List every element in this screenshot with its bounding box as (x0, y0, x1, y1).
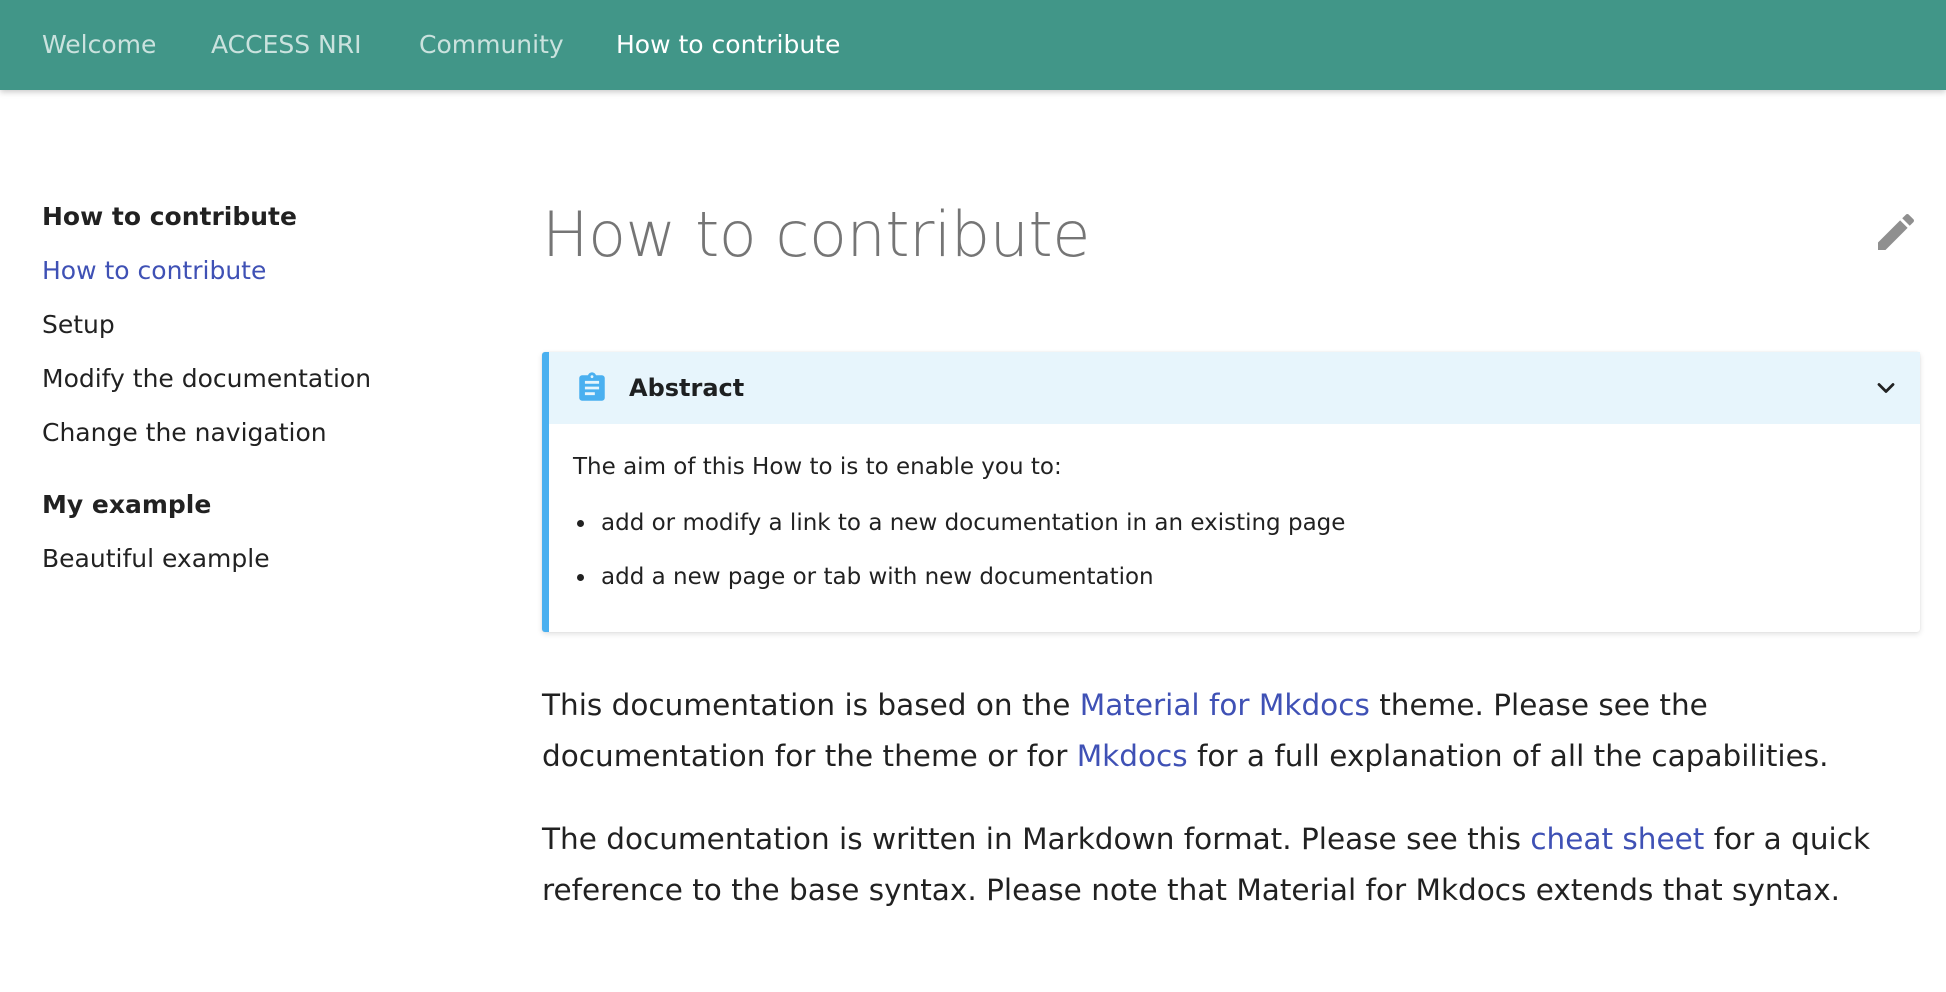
cheat-sheet-link[interactable]: cheat sheet (1530, 822, 1704, 856)
sidebar-item-setup[interactable]: Setup (42, 298, 482, 352)
admonition-title: Abstract (629, 374, 745, 402)
markdown-paragraph: The documentation is written in Markdown… (542, 814, 1920, 916)
sidebar-item-beautiful-example[interactable]: Beautiful example (42, 532, 482, 586)
abstract-admonition: Abstract The aim of this How to is to en… (542, 352, 1920, 632)
material-for-mkdocs-link[interactable]: Material for Mkdocs (1080, 688, 1370, 722)
mkdocs-link[interactable]: Mkdocs (1077, 739, 1188, 773)
sidebar-item-modify-the-documentation[interactable]: Modify the documentation (42, 352, 482, 406)
chevron-down-icon[interactable] (1872, 374, 1900, 402)
sidebar-item-change-the-navigation[interactable]: Change the navigation (42, 406, 482, 460)
tab-how-to-contribute[interactable]: How to contribute (616, 0, 840, 90)
admonition-list: add or modify a link to a new documentat… (573, 506, 1896, 594)
clipboard-list-icon (579, 372, 605, 401)
list-item: add a new page or tab with new documenta… (597, 560, 1896, 594)
page-title: How to contribute (542, 198, 1090, 271)
intro-text-3: for a full explanation of all the capabi… (1187, 739, 1829, 773)
main-content: How to contribute Abstract The aim of th… (542, 180, 1920, 907)
tab-welcome[interactable]: Welcome (42, 0, 156, 90)
tab-access-nri[interactable]: ACCESS NRI (211, 0, 362, 90)
edit-page-button[interactable] (1872, 208, 1920, 256)
list-item: add or modify a link to a new documentat… (597, 506, 1896, 540)
tab-community[interactable]: Community (419, 0, 564, 90)
sidebar-nav: How to contribute How to contribute Setu… (42, 190, 482, 586)
pencil-icon (1878, 213, 1915, 250)
sidebar-section-title-how-to-contribute: How to contribute (42, 202, 297, 231)
intro-paragraph: This documentation is based on the Mater… (542, 680, 1920, 782)
sidebar-section-title-my-example: My example (42, 490, 212, 519)
sidebar-item-how-to-contribute[interactable]: How to contribute (42, 244, 482, 298)
admonition-intro: The aim of this How to is to enable you … (573, 454, 1062, 480)
admonition-summary[interactable]: Abstract (549, 352, 1920, 424)
admonition-body: The aim of this How to is to enable you … (549, 424, 1920, 632)
intro-text-1: This documentation is based on the (542, 688, 1080, 722)
markdown-text-1: The documentation is written in Markdown… (542, 822, 1531, 856)
tabs-bar: Welcome ACCESS NRI Community How to cont… (0, 0, 1946, 90)
